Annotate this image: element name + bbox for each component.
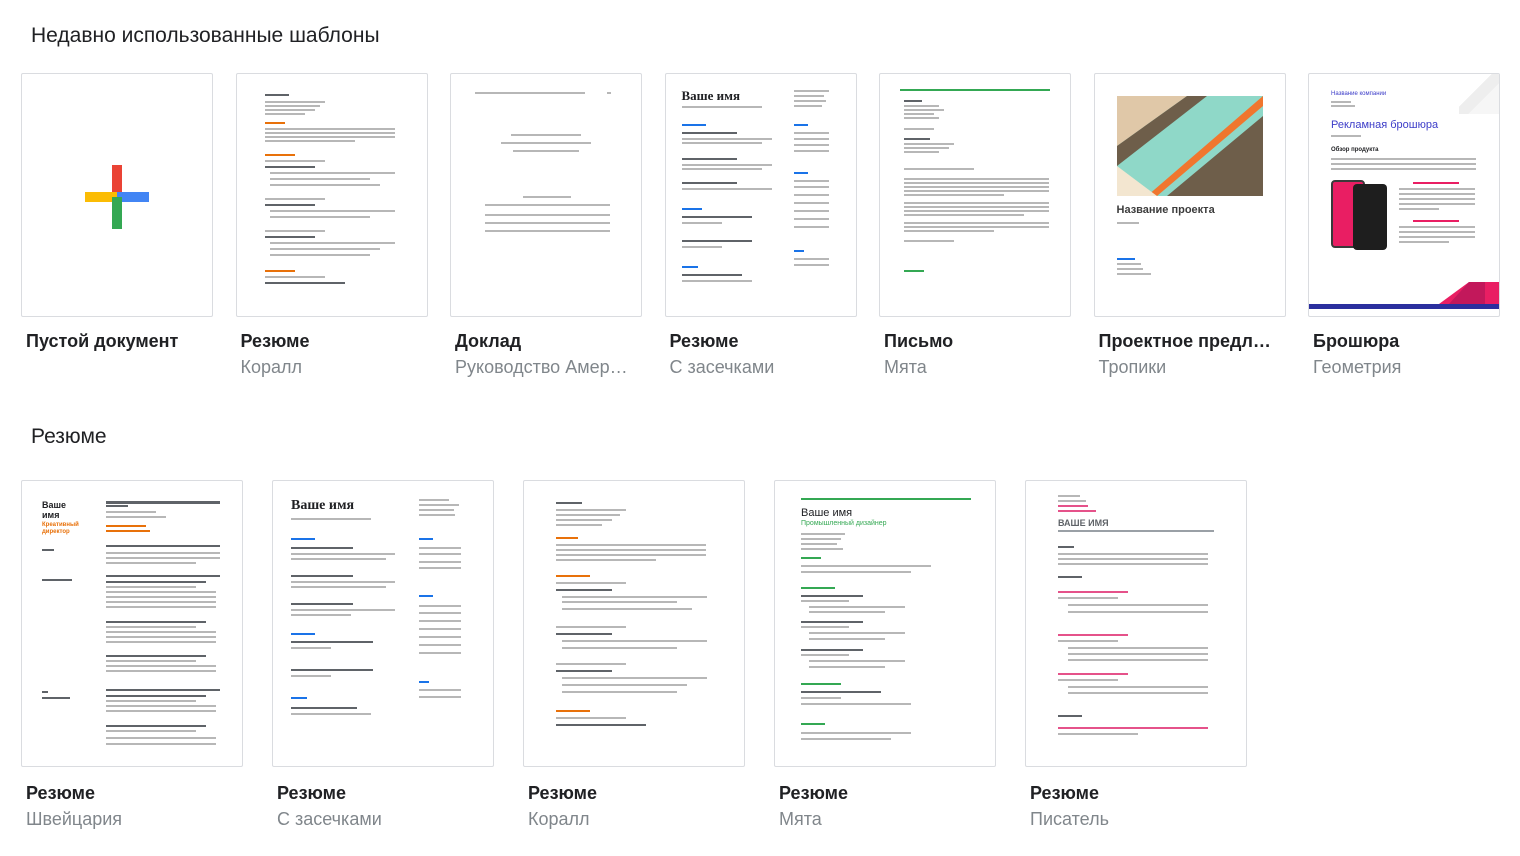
template-subtitle: Писатель [1030, 809, 1109, 829]
preview-name: Ваше имя [291, 498, 355, 513]
template-thumbnail[interactable] [450, 73, 642, 317]
template-subtitle: Коралл [528, 809, 590, 829]
preview-role: Промышленный дизайнер [801, 520, 887, 527]
preview-role: Креативный директор [42, 522, 79, 535]
template-subtitle: С засечками [669, 357, 775, 377]
template-subtitle: Руководство Амер… [455, 357, 628, 377]
template-title: Письмо [884, 331, 954, 351]
resume-card-coral[interactable]: Резюме Коралл [523, 480, 745, 830]
preview-company: Название компании [1331, 91, 1387, 97]
template-title: Брошюра [1313, 331, 1400, 351]
preview-name: Ваше имя [681, 88, 741, 103]
template-title: Резюме [240, 331, 310, 351]
template-card-brochure[interactable]: Название компании Рекламная брошюра Обзо… [1308, 73, 1500, 378]
template-subtitle: Геометрия [1313, 357, 1402, 377]
template-thumbnail[interactable]: Ваше имя [664, 73, 857, 317]
template-thumbnail[interactable] [523, 480, 745, 767]
preview-project-name: Название проекта [1116, 204, 1215, 216]
template-subtitle: Тропики [1098, 357, 1167, 377]
template-subtitle: Мята [779, 809, 822, 829]
template-subtitle: Коралл [240, 357, 303, 377]
template-card-project-proposal[interactable]: Название проекта Проектное предл… Тропик… [1093, 73, 1286, 378]
template-title: Резюме [26, 783, 95, 803]
template-subtitle: Мята [884, 357, 927, 377]
template-card-report[interactable]: Доклад Руководство Амер… [450, 73, 642, 378]
resume-templates-row: Ваше имя Креативный директор Резюме Швей… [21, 480, 1276, 830]
resume-card-serif[interactable]: Ваше имя Резюме С засечками [272, 480, 494, 830]
template-thumbnail[interactable]: Название проекта [1093, 73, 1286, 317]
template-thumbnail[interactable]: Ваше имя Промышленный дизайнер [774, 480, 996, 767]
preview-name: ВАШЕ ИМЯ [1058, 518, 1109, 528]
template-thumbnail[interactable]: Название компании Рекламная брошюра Обзо… [1308, 73, 1500, 317]
template-thumbnail[interactable]: Ваше имя [272, 480, 494, 767]
preview-overview: Обзор продукта [1331, 147, 1379, 153]
preview-brochure-title: Рекламная брошюра [1331, 119, 1439, 131]
template-title: Резюме [528, 783, 597, 803]
resume-card-mint[interactable]: Ваше имя Промышленный дизайнер Резюме Мя… [774, 480, 996, 830]
resume-card-swiss[interactable]: Ваше имя Креативный директор Резюме Швей… [21, 480, 243, 830]
template-subtitle: С засечками [277, 809, 382, 829]
google-plus-icon [85, 165, 149, 229]
template-thumbnail[interactable] [21, 73, 213, 317]
preview-name: Ваше имя [42, 500, 67, 520]
geometric-cover-image [1116, 96, 1263, 196]
template-thumbnail[interactable] [879, 73, 1071, 317]
template-subtitle: Швейцария [26, 809, 123, 829]
template-card-resume-coral[interactable]: Резюме Коралл [235, 73, 428, 378]
template-title: Резюме [1030, 783, 1099, 803]
template-title: Резюме [277, 783, 346, 803]
template-thumbnail[interactable]: ВАШЕ ИМЯ [1025, 480, 1247, 767]
template-card-letter-mint[interactable]: Письмо Мята [879, 73, 1071, 378]
template-title: Пустой документ [26, 331, 179, 351]
template-title: Проектное предл… [1098, 331, 1271, 351]
recent-templates-heading: Недавно использованные шаблоны [31, 24, 380, 47]
template-card-resume-serif[interactable]: Ваше имя Резюме С засечками [664, 73, 857, 378]
template-card-blank[interactable]: Пустой документ [21, 73, 213, 378]
recent-templates-row: Пустой документ Резюме Коралл Доклад Рук… [21, 73, 1520, 378]
template-title: Доклад [455, 331, 522, 351]
resume-card-writer[interactable]: ВАШЕ ИМЯ Резюме Писатель [1025, 480, 1247, 830]
template-title: Резюме [669, 331, 739, 351]
template-thumbnail[interactable] [235, 73, 428, 317]
template-thumbnail[interactable]: Ваше имя Креативный директор [21, 480, 243, 767]
template-title: Резюме [779, 783, 848, 803]
preview-name: Ваше имя [801, 507, 853, 519]
resume-section-heading: Резюме [31, 425, 107, 448]
geometric-footer-image [1309, 282, 1499, 309]
